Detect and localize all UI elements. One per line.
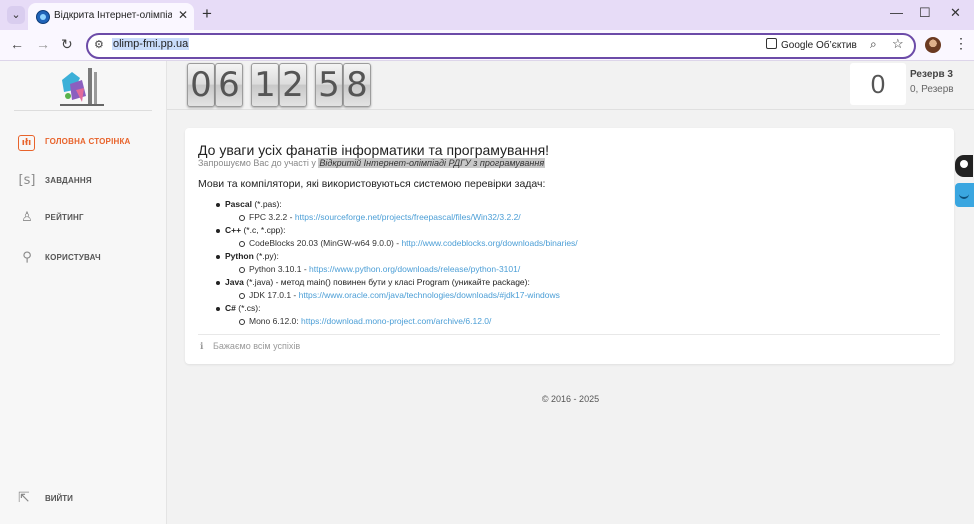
sidebar-item-label: КОРИСТУВАЧ — [45, 253, 101, 262]
language-list: Pascal (*.pas): FPC 3.2.2 - https://sour… — [216, 199, 578, 329]
compiler-text: CodeBlocks 20.03 (MinGW-w64 9.0.0) - — [249, 238, 402, 248]
compiler-link[interactable]: https://www.python.org/downloads/release… — [309, 264, 520, 274]
minimize-icon[interactable]: — — [890, 5, 903, 20]
language-name: Java — [225, 277, 244, 287]
more-menu-icon[interactable]: ⋮ — [954, 35, 968, 52]
list-item: C++ (*.c, *.cpp): — [216, 225, 554, 238]
sidebar: ıłı ГОЛОВНА СТОРІНКА [s] ЗАВДАННЯ ♙ РЕЙТ… — [0, 61, 167, 524]
browser-toolbar: ← → ↻ ⚙ olimp-fmi.pp.ua Google Об’єктив … — [0, 30, 974, 61]
maximize-icon[interactable]: ☐ — [919, 5, 931, 21]
card-footer: ℹ Бажаємо всім успіхів — [200, 341, 300, 352]
card-divider — [198, 334, 940, 335]
sidebar-item-label: РЕЙТИНГ — [45, 213, 84, 222]
compiler-link[interactable]: https://www.oracle.com/java/technologies… — [299, 290, 560, 300]
language-ext: (*.pas): — [251, 199, 282, 209]
timer-digit: 8 — [343, 63, 371, 107]
info-icon: ℹ — [200, 341, 204, 351]
forward-arrow-icon[interactable]: → — [36, 36, 50, 52]
timer-digit: 2 — [279, 63, 307, 107]
site-info-icon[interactable]: ⚙ — [94, 38, 104, 51]
map-pin-widget-icon[interactable] — [955, 155, 973, 177]
timer-digit: 5 — [315, 63, 343, 107]
sidebar-item-user[interactable]: ⚲ КОРИСТУВАЧ — [14, 248, 164, 272]
language-name: C# — [225, 303, 236, 313]
browser-tab[interactable]: Відкрита Інтернет-олімпіада РДГУ ✕ — [28, 3, 194, 30]
list-item: Pascal (*.pas): — [216, 199, 554, 212]
compiler-text: JDK 17.0.1 - — [249, 290, 299, 300]
close-window-icon[interactable]: ✕ — [950, 5, 961, 21]
site-favicon-icon — [36, 10, 50, 24]
lens-icon — [766, 38, 777, 49]
reload-icon[interactable]: ↻ — [61, 36, 73, 53]
google-lens-button[interactable]: Google Об’єктив — [766, 38, 857, 51]
home-code-icon: ıłı — [18, 135, 35, 151]
language-ext: (*.c, *.cpp): — [241, 225, 286, 235]
browser-tab-bar: ⌄ Відкрита Інтернет-олімпіада РДГУ ✕ + —… — [0, 0, 974, 30]
main-content: До уваги усіх фанатів інформатики та про… — [167, 110, 974, 524]
language-ext: (*.cs): — [235, 303, 261, 313]
timer-digit: 0 — [187, 63, 215, 107]
tasks-icon: [s] — [18, 173, 36, 188]
list-item: Mono 6.12.0: https://download.mono-proje… — [239, 316, 578, 329]
profile-avatar[interactable] — [925, 37, 941, 53]
compiler-link[interactable]: https://download.mono-project.com/archiv… — [301, 316, 491, 326]
side-widget-tab-icon[interactable] — [955, 183, 974, 207]
tab-close-icon[interactable]: ✕ — [178, 8, 188, 22]
logout-icon: ⇱ — [18, 489, 30, 505]
list-item: Python (*.py): — [216, 251, 554, 264]
back-arrow-icon[interactable]: ← — [10, 36, 24, 52]
language-name: Python — [225, 251, 254, 261]
sidebar-item-rating[interactable]: ♙ РЕЙТИНГ — [14, 208, 164, 232]
zoom-icon[interactable]: ⌕ — [870, 37, 877, 52]
logout-button[interactable]: ⇱ ВИЙТИ — [14, 488, 164, 512]
new-tab-icon[interactable]: + — [202, 4, 212, 24]
compiler-text: FPC 3.2.2 - — [249, 212, 295, 222]
sidebar-item-label: ГОЛОВНА СТОРІНКА — [45, 137, 131, 146]
language-name: Pascal — [225, 199, 252, 209]
address-bar[interactable]: ⚙ olimp-fmi.pp.ua Google Об’єктив ⌕ ☆ — [86, 33, 916, 59]
list-item: CodeBlocks 20.03 (MinGW-w64 9.0.0) - htt… — [239, 238, 578, 251]
card-footer-text: Бажаємо всім успіхів — [213, 341, 301, 351]
sidebar-item-tasks[interactable]: [s] ЗАВДАННЯ — [14, 171, 164, 195]
compiler-text: Python 3.10.1 - — [249, 264, 310, 274]
user-subtitle: 0, Резерв — [910, 84, 954, 95]
list-item: FPC 3.2.2 - https://sourceforge.net/proj… — [239, 212, 578, 225]
card-subtitle-highlight: Відкритій Інтернет-олімпіаді РДГУ з прог… — [318, 158, 546, 168]
compiler-link[interactable]: https://sourceforge.net/projects/freepas… — [295, 212, 521, 222]
user-score: 0 — [850, 63, 906, 105]
bookmark-star-icon[interactable]: ☆ — [892, 36, 904, 52]
card-subtitle: Запрошуємо Вас до участі у Відкритій Інт… — [198, 158, 546, 168]
sidebar-item-label: ЗАВДАННЯ — [45, 176, 92, 185]
url-text[interactable]: olimp-fmi.pp.ua — [112, 38, 190, 50]
list-item: Python 3.10.1 - https://www.python.org/d… — [239, 264, 578, 277]
copyright: © 2016 - 2025 — [541, 394, 600, 404]
header-band: 0 6 1 2 5 8 0 Резерв 3 0, Резерв — [167, 61, 974, 110]
card-title: До уваги усіх фанатів інформатики та про… — [198, 142, 550, 158]
logo-divider — [14, 110, 152, 111]
site-logo — [58, 66, 106, 108]
timer-digit: 1 — [251, 63, 279, 107]
logout-label: ВИЙТИ — [45, 494, 73, 503]
list-item: Java (*.java) - метод main() повинен бут… — [216, 277, 554, 290]
language-ext: (*.py): — [253, 251, 279, 261]
list-item: C# (*.cs): — [216, 303, 554, 316]
user-name[interactable]: Резерв 3 — [910, 69, 953, 80]
sidebar-item-home[interactable]: ıłı ГОЛОВНА СТОРІНКА — [14, 132, 164, 156]
compiler-link[interactable]: http://www.codeblocks.org/downloads/bina… — [401, 238, 577, 248]
timer-digit: 6 — [215, 63, 243, 107]
card-subtitle-prefix: Запрошуємо Вас до участі у — [198, 158, 319, 168]
trophy-icon: ♙ — [21, 210, 33, 225]
tab-search-button[interactable]: ⌄ — [7, 6, 25, 24]
user-icon: ⚲ — [22, 250, 32, 265]
tab-title: Відкрита Інтернет-олімпіада РДГУ — [54, 10, 172, 21]
language-ext: (*.java) - метод main() повинен бути у к… — [243, 277, 530, 287]
lens-label: Google Об’єктив — [781, 40, 857, 51]
list-item: JDK 17.0.1 - https://www.oracle.com/java… — [239, 290, 578, 303]
card-lead: Мови та компілятори, які використовуютьс… — [198, 178, 546, 190]
announcement-card: До уваги усіх фанатів інформатики та про… — [185, 128, 954, 364]
language-name: C++ — [225, 225, 242, 235]
compiler-text: Mono 6.12.0: — [249, 316, 301, 326]
